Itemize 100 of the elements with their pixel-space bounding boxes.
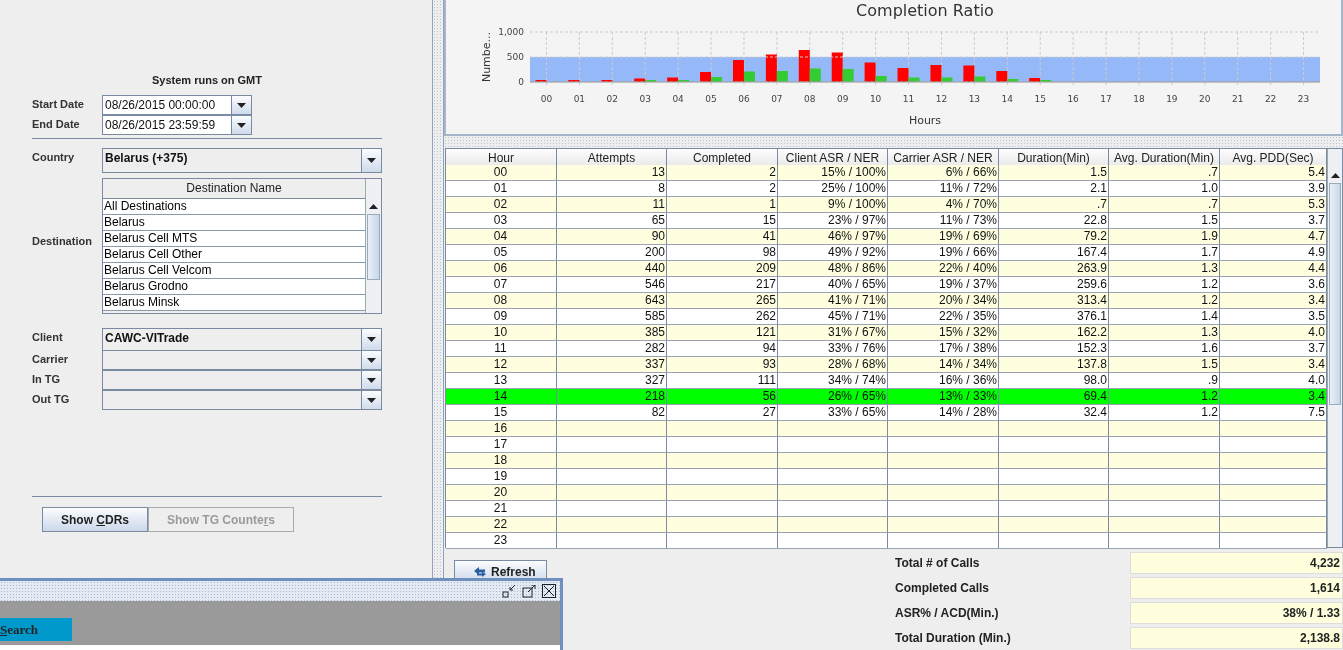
- table-cell: .7: [1109, 165, 1220, 181]
- table-cell: 14% / 34%: [888, 357, 999, 373]
- table-cell: 337: [557, 357, 667, 373]
- table-cell: 218: [557, 389, 667, 405]
- table-cell: 14% / 28%: [888, 405, 999, 421]
- table-cell: 41% / 71%: [778, 293, 888, 309]
- hour-cell: 07: [446, 277, 557, 293]
- table-cell: 3.7: [1220, 213, 1327, 229]
- table-cell: 2.1: [999, 181, 1109, 197]
- x-tick-label: 16: [1067, 94, 1079, 104]
- hour-cell: 14: [446, 389, 557, 405]
- table-cell: 15: [667, 213, 778, 229]
- table-cell: 33% / 65%: [778, 405, 888, 421]
- table-cell: 22% / 35%: [888, 309, 999, 325]
- table-cell: 5.3: [1220, 197, 1327, 213]
- table-cell: 90: [557, 229, 667, 245]
- table-cell: 162.2: [999, 325, 1109, 341]
- table-cell: 23% / 97%: [778, 213, 888, 229]
- hour-cell: 12: [446, 357, 557, 373]
- x-tick-label: 01: [573, 94, 586, 104]
- table-cell: 98: [667, 245, 778, 261]
- table-cell: 259.6: [999, 277, 1109, 293]
- table-cell: .7: [1109, 197, 1220, 213]
- table-cell: .7: [999, 197, 1109, 213]
- table-cell: 1.2: [1109, 277, 1220, 293]
- x-tick-label: 04: [672, 94, 684, 104]
- x-tick-label: 14: [1001, 94, 1013, 104]
- summary-label: Total Duration (Min.): [895, 630, 1012, 647]
- table-cell: 385: [557, 325, 667, 341]
- timezone-note: System runs on GMT: [151, 74, 263, 86]
- table-cell: 262: [667, 309, 778, 325]
- table-cell: 217: [667, 277, 778, 293]
- table-cell: 643: [557, 293, 667, 309]
- summary-value: 38% / 1.33: [1130, 602, 1343, 624]
- table-cell: 327: [557, 373, 667, 389]
- hour-cell: 23: [446, 533, 557, 549]
- table-cell: 1.9: [1109, 229, 1220, 245]
- field-label: End Date: [32, 117, 81, 130]
- table-cell: 15% / 32%: [888, 325, 999, 341]
- field-label: Destination: [32, 233, 93, 249]
- y-axis-label: Numbe...: [480, 31, 493, 83]
- table-cell: 152.3: [999, 341, 1109, 357]
- table-cell: 49% / 92%: [778, 245, 888, 261]
- table-cell: 19% / 66%: [888, 245, 999, 261]
- hour-cell: 10: [446, 325, 557, 341]
- field-label: Client: [32, 330, 64, 343]
- field-label: Country: [32, 150, 76, 163]
- table-cell: 79.2: [999, 229, 1109, 245]
- table-cell: 16% / 36%: [888, 373, 999, 389]
- table-cell: 4.4: [1220, 261, 1327, 277]
- table-cell: .9: [1109, 373, 1220, 389]
- x-tick-label: 00: [540, 94, 553, 104]
- table-cell: 282: [557, 341, 667, 357]
- table-cell: 440: [557, 261, 667, 277]
- table-cell: 93: [667, 357, 778, 373]
- table-cell: 1.2: [1109, 405, 1220, 421]
- table-cell: 1.5: [999, 165, 1109, 181]
- table-cell: 28% / 68%: [778, 357, 888, 373]
- field-label: Carrier: [32, 352, 70, 365]
- table-cell: 200: [557, 245, 667, 261]
- field-label: Start Date: [32, 97, 85, 110]
- x-tick-label: 11: [902, 94, 915, 104]
- table-cell: 13% / 33%: [888, 389, 999, 405]
- x-tick-label: 09: [837, 94, 849, 104]
- table-cell: 209: [667, 261, 778, 277]
- table-cell: 1.6: [1109, 341, 1220, 357]
- table-cell: 376.1: [999, 309, 1109, 325]
- x-tick-label: 03: [639, 94, 651, 104]
- table-cell: 1.3: [1109, 325, 1220, 341]
- table-cell: 263.9: [999, 261, 1109, 277]
- table-cell: 313.4: [999, 293, 1109, 309]
- table-cell: 1.7: [1109, 245, 1220, 261]
- table-cell: 1.5: [1109, 357, 1220, 373]
- table-cell: 11: [557, 197, 667, 213]
- summary-label: Completed Calls: [895, 580, 991, 597]
- table-cell: 17% / 38%: [888, 341, 999, 357]
- table-cell: 121: [667, 325, 778, 341]
- table-cell: 4% / 70%: [888, 197, 999, 213]
- table-cell: 31% / 67%: [778, 325, 888, 341]
- hour-cell: 02: [446, 197, 557, 213]
- table-cell: 11% / 72%: [888, 181, 999, 197]
- table-cell: 19% / 69%: [888, 229, 999, 245]
- table-cell: 13: [557, 165, 667, 181]
- hour-cell: 11: [446, 341, 557, 357]
- table-cell: 1.0: [1109, 181, 1220, 197]
- table-cell: 15% / 100%: [778, 165, 888, 181]
- table-cell: 2: [667, 165, 778, 181]
- table-cell: 82: [557, 405, 667, 421]
- table-cell: 41: [667, 229, 778, 245]
- table-cell: 546: [557, 277, 667, 293]
- x-tick-label: 19: [1166, 94, 1178, 104]
- table-cell: 167.4: [999, 245, 1109, 261]
- table-cell: 1.4: [1109, 309, 1220, 325]
- x-tick-label: 18: [1133, 94, 1145, 104]
- table-cell: 32.4: [999, 405, 1109, 421]
- chart-title: Completion Ratio: [856, 1, 994, 20]
- table-cell: 11% / 73%: [888, 213, 999, 229]
- x-tick-label: 02: [606, 94, 618, 104]
- table-cell: 65: [557, 213, 667, 229]
- summary-value: 1,614: [1130, 577, 1343, 599]
